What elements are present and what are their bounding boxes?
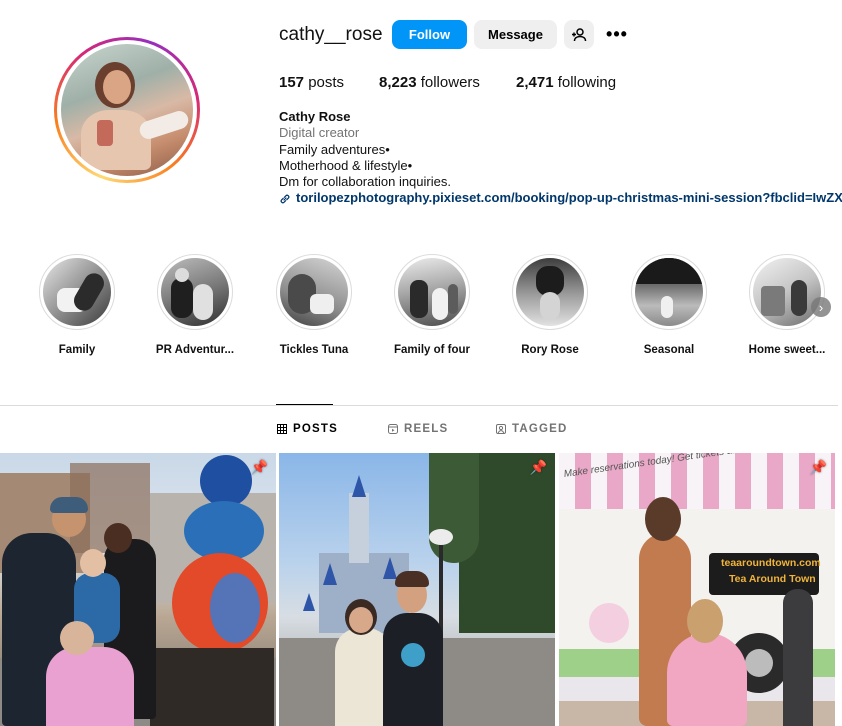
stat-following[interactable]: 2,471 following (516, 74, 616, 91)
highlight-cover (280, 258, 348, 326)
stat-posts: 157 posts (279, 74, 344, 91)
posts-count: 157 (279, 74, 305, 91)
tab-posts[interactable]: POSTS (277, 423, 338, 435)
highlight-cover (398, 258, 466, 326)
avatar-cup-shape (97, 120, 113, 146)
bio-link[interactable]: torilopezphotography.pixieset.com/bookin… (279, 190, 842, 206)
avatar-body-shape (81, 110, 151, 170)
avatar-arm-shape (137, 108, 191, 142)
avatar-face-shape (103, 70, 131, 104)
highlight-cover (161, 258, 229, 326)
tabs-divider (0, 405, 838, 406)
highlight-cover (516, 258, 584, 326)
chevron-right-icon: › (818, 299, 824, 315)
post-thumbnail[interactable]: Make reservations today! Get tickets at … (559, 453, 835, 726)
tagged-icon (496, 424, 506, 434)
profile-bio: Cathy Rose Digital creator Family advent… (279, 109, 842, 207)
following-label: following (557, 74, 617, 91)
highlight-label: Seasonal (643, 344, 695, 356)
posts-label: posts (308, 74, 345, 91)
bus-sign-url: teaaroundtown.com (721, 557, 821, 569)
highlight-item[interactable]: Family (17, 254, 137, 356)
profile-avatar-frame (57, 40, 197, 180)
bio-line: Family adventures• (279, 141, 390, 157)
follow-button[interactable]: Follow (392, 20, 467, 49)
more-icon: ••• (606, 24, 628, 44)
bio-link-text: torilopezphotography.pixieset.com/bookin… (296, 190, 842, 206)
highlight-ring (394, 254, 470, 330)
profile-avatar (61, 44, 193, 176)
tab-posts-label: POSTS (293, 423, 338, 435)
highlight-label: Family (58, 344, 96, 356)
tab-reels[interactable]: REELS (388, 423, 448, 435)
highlight-cover (635, 258, 703, 326)
highlight-item[interactable]: Seasonal (609, 254, 729, 356)
stat-followers[interactable]: 8,223 followers (379, 74, 480, 91)
highlight-item[interactable]: Family of four (372, 254, 492, 356)
message-button[interactable]: Message (474, 20, 557, 49)
bio-full-name: Cathy Rose (279, 109, 351, 124)
active-tab-indicator (276, 404, 333, 405)
reels-icon (388, 424, 398, 434)
followers-count: 8,223 (379, 74, 417, 91)
bio-line: Motherhood & lifestyle• (279, 157, 413, 173)
pin-icon: 📌 (250, 459, 268, 475)
highlight-item[interactable]: PR Adventur... (135, 254, 255, 356)
more-options-button[interactable]: ••• (602, 20, 632, 49)
tab-tagged-label: TAGGED (512, 423, 568, 435)
highlight-label: Home sweet... (748, 344, 826, 356)
profile-username: cathy__rose (279, 24, 383, 45)
highlight-label: Rory Rose (521, 344, 579, 356)
followers-label: followers (420, 74, 480, 91)
bio-category: Digital creator (279, 125, 360, 141)
bio-line: Dm for collaboration inquiries. (279, 174, 451, 190)
profile-avatar-ring[interactable] (54, 37, 200, 183)
highlight-ring (39, 254, 115, 330)
highlight-item[interactable]: Tickles Tuna (254, 254, 374, 356)
tab-reels-label: REELS (404, 423, 449, 435)
highlight-cover (43, 258, 111, 326)
highlight-label: PR Adventur... (155, 344, 235, 356)
highlight-label: Family of four (393, 344, 471, 356)
add-user-button[interactable] (564, 20, 594, 49)
post-thumbnail[interactable]: 📌 (0, 453, 276, 726)
highlight-ring (631, 254, 707, 330)
post-thumbnail[interactable]: 📌 (279, 453, 555, 726)
link-icon (280, 194, 290, 203)
highlight-ring (157, 254, 233, 330)
pin-icon: 📌 (809, 459, 827, 475)
tab-tagged[interactable]: TAGGED (496, 423, 568, 435)
highlight-ring (749, 254, 825, 330)
highlight-ring (512, 254, 588, 330)
bus-sign-name: Tea Around Town (729, 573, 816, 585)
grid-icon (277, 424, 287, 434)
following-count: 2,471 (516, 74, 554, 91)
pin-icon: 📌 (529, 459, 547, 475)
highlight-cover (753, 258, 821, 326)
add-user-icon (572, 27, 587, 41)
highlights-next-button[interactable]: › (811, 297, 831, 317)
highlight-ring (276, 254, 352, 330)
highlight-label: Tickles Tuna (279, 344, 349, 356)
highlight-item[interactable]: Rory Rose (490, 254, 610, 356)
